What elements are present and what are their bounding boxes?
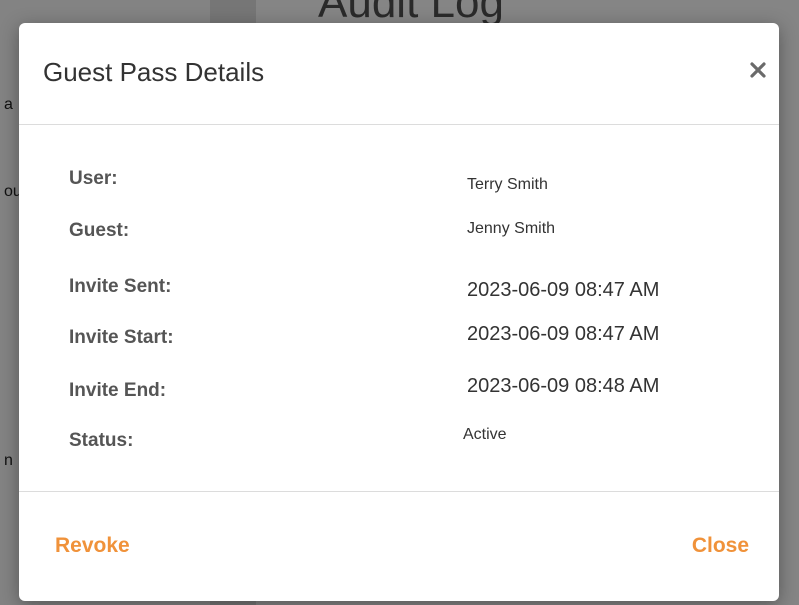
background-text-fragment: a [4,96,13,113]
guest-value: Jenny Smith [467,220,556,237]
status-value: Active [463,426,507,443]
invite-start-value: 2023-06-09 08:47 AM [467,323,660,345]
invite-sent-value: 2023-06-09 08:47 AM [467,279,660,301]
guest-pass-modal: Guest Pass Details User: Terry Smith Gue… [19,23,779,601]
background-text-fragment: n [4,452,13,469]
close-icon[interactable] [741,53,775,87]
user-value: Terry Smith [467,176,548,193]
close-button[interactable]: Close [692,534,749,558]
invite-start-label: Invite Start: [69,327,174,348]
user-label: User: [69,168,118,189]
modal-title: Guest Pass Details [43,57,265,87]
modal-header: Guest Pass Details [19,23,779,125]
invite-end-label: Invite End: [69,380,167,401]
revoke-button[interactable]: Revoke [55,534,130,558]
modal-footer: Revoke Close [19,492,779,601]
invite-sent-label: Invite Sent: [69,276,172,297]
status-label: Status: [69,430,134,451]
invite-end-value: 2023-06-09 08:48 AM [467,375,660,397]
modal-body: User: Terry Smith Guest: Jenny Smith Inv… [19,125,779,492]
guest-label: Guest: [69,220,130,241]
